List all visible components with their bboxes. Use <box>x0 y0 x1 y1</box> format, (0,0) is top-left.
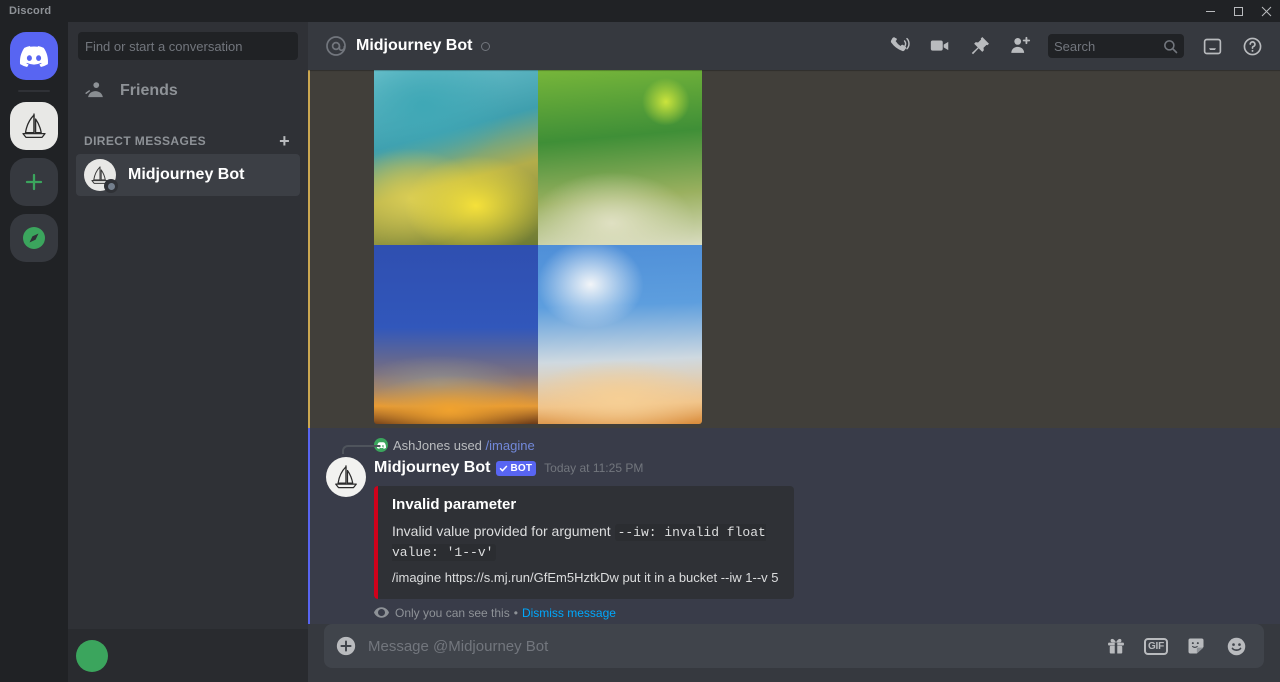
image-grid-cell-1[interactable] <box>374 70 538 245</box>
server-rail-item-midjourney[interactable] <box>10 102 58 150</box>
message-header: Midjourney Bot BOT Today at 11:25 PM <box>374 457 1232 479</box>
server-rail <box>0 22 68 682</box>
sailboat-icon <box>10 102 58 150</box>
command-reference-text: AshJones used /imagine <box>393 438 535 453</box>
current-user-avatar <box>76 639 108 672</box>
bot-badge: BOT <box>496 460 537 476</box>
embed-title: Invalid parameter <box>392 496 517 513</box>
close-button[interactable] <box>1252 0 1280 22</box>
help-icon[interactable] <box>1240 34 1264 58</box>
dm-sidebar: Friends DIRECT MESSAGES + Midjourney Bot <box>68 22 308 682</box>
sidebar-item-label: Friends <box>120 82 178 99</box>
pinned-messages-icon[interactable] <box>968 34 992 58</box>
maximize-button[interactable] <box>1224 0 1252 22</box>
sidebar-item-label: Midjourney Bot <box>128 166 245 183</box>
message-author[interactable]: Midjourney Bot <box>374 459 490 477</box>
dm-section-title: DIRECT MESSAGES <box>84 134 207 148</box>
message-input-placeholder[interactable]: Message @Midjourney Bot <box>368 638 1088 655</box>
at-symbol-icon <box>324 34 348 58</box>
composer-container: Message @Midjourney Bot GIF <box>308 624 1280 682</box>
search-bar[interactable]: Search <box>1048 34 1184 58</box>
image-grid[interactable] <box>374 70 702 424</box>
page-title: Midjourney Bot <box>356 37 473 54</box>
message-body: Midjourney Bot BOT Today at 11:25 PM Inv… <box>310 457 1232 599</box>
message-list[interactable]: AshJones used /imagine Midjourney Bot BO… <box>308 70 1280 624</box>
channel-header: Midjourney Bot Search <box>308 22 1280 70</box>
reply-spine <box>342 445 380 454</box>
main-content: Midjourney Bot Search AshJones used /ima… <box>308 22 1280 682</box>
composer-tools: GIF <box>1088 634 1248 658</box>
image-grid-cell-2[interactable] <box>538 70 702 245</box>
slash-command-link[interactable]: /imagine <box>486 438 535 453</box>
avatar <box>84 159 118 193</box>
command-user-name: AshJones <box>393 437 451 453</box>
window-title-bar: Discord <box>0 0 1280 22</box>
footer-separator: • <box>513 605 518 620</box>
dm-list: Friends DIRECT MESSAGES + Midjourney Bot <box>68 70 308 629</box>
verified-check-icon <box>499 464 508 473</box>
gif-icon[interactable]: GIF <box>1143 634 1169 658</box>
user-panel[interactable] <box>68 629 308 682</box>
window-controls <box>1196 0 1280 22</box>
inbox-icon[interactable] <box>1200 34 1224 58</box>
slash-command-reference: AshJones used /imagine <box>342 436 1232 454</box>
message-timestamp: Today at 11:25 PM <box>544 461 644 475</box>
error-embed: Invalid parameter Invalid value provided… <box>374 486 794 599</box>
command-verb: used <box>453 437 482 453</box>
compass-icon <box>10 214 58 262</box>
sticker-icon[interactable] <box>1184 634 1208 658</box>
message-composer[interactable]: Message @Midjourney Bot GIF <box>324 624 1264 668</box>
message-image-grid <box>308 70 1280 428</box>
avatar[interactable] <box>326 457 366 497</box>
ephemeral-visibility-text: Only you can see this <box>395 605 510 620</box>
bot-badge-label: BOT <box>510 462 533 474</box>
server-rail-item-add-server[interactable] <box>10 158 58 206</box>
sidebar-item-midjourney-bot[interactable]: Midjourney Bot <box>76 154 300 196</box>
header-actions: Search <box>880 34 1272 58</box>
embed-description: Invalid value provided for argument --iw… <box>392 522 780 562</box>
message-bot-error: AshJones used /imagine Midjourney Bot BO… <box>308 428 1280 624</box>
create-dm-button[interactable]: + <box>277 132 292 150</box>
emoji-icon[interactable] <box>1224 634 1248 658</box>
sidebar-item-friends[interactable]: Friends <box>76 70 300 112</box>
dismiss-message-link[interactable]: Dismiss message <box>522 606 616 620</box>
dm-section-header: DIRECT MESSAGES + <box>76 114 300 154</box>
friends-icon <box>84 82 108 100</box>
start-voice-call-icon[interactable] <box>888 34 912 58</box>
user-status-icon <box>481 41 491 51</box>
server-rail-item-home[interactable] <box>10 32 58 80</box>
embed-description-text: Invalid value provided for argument <box>392 523 615 539</box>
app-title: Discord <box>9 5 52 17</box>
server-rail-item-explore[interactable] <box>10 214 58 262</box>
upload-attachment-icon[interactable] <box>324 624 368 668</box>
search-input[interactable] <box>78 32 298 60</box>
start-video-call-icon[interactable] <box>928 34 952 58</box>
image-grid-cell-4[interactable] <box>538 245 702 424</box>
eye-icon <box>374 607 389 619</box>
gif-label: GIF <box>1143 637 1169 655</box>
dm-search-container <box>68 22 308 70</box>
add-friends-to-dm-icon[interactable] <box>1008 34 1032 58</box>
status-badge <box>104 179 118 193</box>
search-placeholder: Search <box>1054 38 1096 54</box>
discord-logo-icon <box>10 32 58 80</box>
minimize-button[interactable] <box>1196 0 1224 22</box>
ephemeral-footer: Only you can see this • Dismiss message <box>374 606 1232 620</box>
embed-subtext: /imagine https://s.mj.run/GfEm5HztkDw pu… <box>392 569 779 585</box>
image-grid-cell-3[interactable] <box>374 245 538 424</box>
plus-icon <box>10 158 58 206</box>
gift-icon[interactable] <box>1104 634 1128 658</box>
search-icon <box>1163 39 1178 54</box>
rail-separator <box>18 90 50 92</box>
